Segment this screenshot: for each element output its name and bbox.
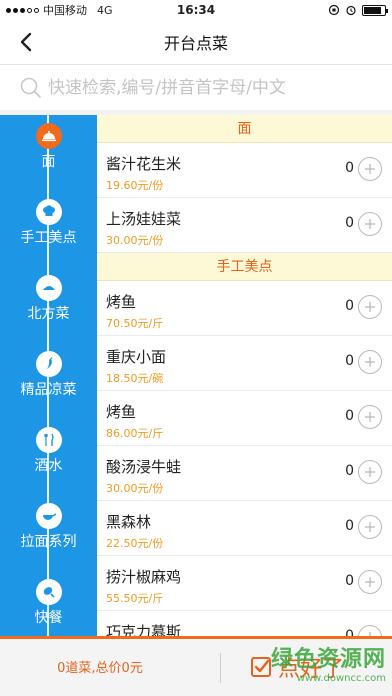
- sidebar-item-handmade-dimsum[interactable]: 手工美点: [0, 191, 97, 267]
- dish-price: 86.00元/斤: [106, 427, 164, 440]
- dish-quantity: 0: [345, 353, 354, 369]
- dish-quantity: 0: [345, 573, 354, 589]
- dish-name: 黑森林: [106, 513, 152, 531]
- menu-list[interactable]: 面 酱汁花生米 19.60元/份 0 上汤娃娃菜 30.00元/份 0 手工美点…: [97, 115, 392, 636]
- add-dish-button[interactable]: [358, 212, 382, 236]
- plus-icon: [365, 219, 375, 229]
- network-type: 4G: [97, 3, 113, 17]
- sidebar-item-cold-dishes[interactable]: 精品凉菜: [0, 343, 97, 419]
- dish-quantity: 0: [345, 215, 354, 231]
- search-bar: [0, 64, 392, 110]
- dome-icon: [36, 123, 62, 149]
- sidebar-item-label: 北方菜: [27, 306, 70, 322]
- list-item[interactable]: 上汤娃娃菜 30.00元/份 0: [97, 198, 392, 253]
- dish-quantity: 0: [345, 628, 354, 636]
- add-dish-button[interactable]: [358, 350, 382, 374]
- dish-price: 30.00元/份: [106, 482, 164, 495]
- list-item[interactable]: 捞汁椒麻鸡 55.50元/斤 0: [97, 556, 392, 611]
- chevron-left-icon: [20, 32, 32, 52]
- drumstick-icon: [36, 579, 62, 605]
- list-item[interactable]: 烤鱼 70.50元/斤 0: [97, 281, 392, 336]
- category-sidebar: 面 手工美点 北方菜 精品凉菜 酒水 拉面系列 快餐: [0, 115, 97, 636]
- add-dish-button[interactable]: [358, 515, 382, 539]
- add-dish-button[interactable]: [358, 625, 382, 636]
- sidebar-item-noodles[interactable]: 面: [0, 115, 97, 191]
- cutlery-icon: [36, 427, 62, 453]
- dish-quantity: 0: [345, 408, 354, 424]
- order-summary: 0道菜,总价0元: [57, 661, 143, 676]
- dish-name: 烤鱼: [106, 403, 137, 421]
- dish-quantity: 0: [345, 518, 354, 534]
- sidebar-item-label: 快餐: [34, 610, 63, 626]
- list-item[interactable]: 黑森林 22.50元/份 0: [97, 501, 392, 556]
- list-item[interactable]: 酸汤浸牛蛙 30.00元/份 0: [97, 446, 392, 501]
- footer-divider: [220, 653, 221, 683]
- sidebar-item-label: 精品凉菜: [20, 382, 77, 398]
- dish-name: 重庆小面: [106, 348, 167, 366]
- sidebar-item-label: 手工美点: [20, 230, 77, 246]
- noodle-pot-icon: [36, 503, 62, 529]
- section-header: 手工美点: [97, 253, 392, 281]
- pepper-icon: [36, 351, 62, 377]
- confirm-order-label: 点好了: [278, 657, 345, 682]
- sidebar-item-ramen-series[interactable]: 拉面系列: [0, 495, 97, 571]
- list-item[interactable]: 重庆小面 18.50元/碗 0: [97, 336, 392, 391]
- signal-strength-icon: [6, 7, 39, 13]
- dumpling-icon: [36, 275, 62, 301]
- add-dish-button[interactable]: [358, 460, 382, 484]
- sidebar-item-drinks[interactable]: 酒水: [0, 419, 97, 495]
- dish-price: 18.50元/碗: [106, 372, 164, 385]
- sidebar-item-label: 酒水: [34, 458, 63, 474]
- checkbox-check-icon: [251, 657, 271, 677]
- dish-name: 酱汁花生米: [106, 155, 182, 173]
- plus-icon: [365, 522, 375, 532]
- section-header: 面: [97, 115, 392, 143]
- chef-hat-icon: [36, 199, 62, 225]
- dish-price: 70.50元/斤: [106, 317, 164, 330]
- carrier-name: 中国移动: [43, 4, 87, 17]
- back-button[interactable]: [10, 26, 42, 58]
- plus-icon: [365, 577, 375, 587]
- add-dish-button[interactable]: [358, 570, 382, 594]
- page-title: 开台点菜: [163, 34, 228, 53]
- search-icon: [20, 77, 41, 98]
- plus-icon: [365, 357, 375, 367]
- alarm-icon: [346, 5, 356, 16]
- dish-name: 烤鱼: [106, 293, 137, 311]
- dish-quantity: 0: [345, 298, 354, 314]
- dish-price: 30.00元/份: [106, 234, 164, 247]
- search-input[interactable]: [48, 77, 388, 98]
- dish-name: 捞汁椒麻鸡: [106, 568, 182, 586]
- list-item[interactable]: 巧克力慕斯 0: [97, 611, 392, 636]
- dish-price: 55.50元/斤: [106, 592, 164, 605]
- dish-name: 巧克力慕斯: [106, 623, 182, 636]
- plus-icon: [365, 164, 375, 174]
- orientation-lock-icon: [328, 4, 340, 16]
- dish-quantity: 0: [345, 463, 354, 479]
- nav-bar: 开台点菜: [0, 20, 392, 64]
- order-footer: 0道菜,总价0元 点好了 绿色资源网 www.downcc.com: [0, 636, 392, 696]
- dish-name: 酸汤浸牛蛙: [106, 458, 182, 476]
- dish-price: 22.50元/份: [106, 537, 164, 550]
- dish-quantity: 0: [345, 160, 354, 176]
- add-dish-button[interactable]: [358, 295, 382, 319]
- dish-price: 19.60元/份: [106, 179, 164, 192]
- sidebar-item-label: 面: [41, 154, 56, 170]
- sidebar-item-northern-dishes[interactable]: 北方菜: [0, 267, 97, 343]
- dish-name: 上汤娃娃菜: [106, 210, 182, 228]
- confirm-order-button[interactable]: 点好了: [250, 645, 344, 689]
- battery-icon: [362, 4, 388, 16]
- add-dish-button[interactable]: [358, 405, 382, 429]
- sidebar-item-label: 拉面系列: [20, 534, 77, 550]
- list-item[interactable]: 烤鱼 86.00元/斤 0: [97, 391, 392, 446]
- status-bar: 中国移动 4G 16:34: [0, 0, 392, 20]
- plus-icon: [365, 412, 375, 422]
- plus-icon: [365, 467, 375, 477]
- list-item[interactable]: 酱汁花生米 19.60元/份 0: [97, 143, 392, 198]
- sidebar-item-fast-food[interactable]: 快餐: [0, 571, 97, 636]
- plus-icon: [365, 302, 375, 312]
- add-dish-button[interactable]: [358, 157, 382, 181]
